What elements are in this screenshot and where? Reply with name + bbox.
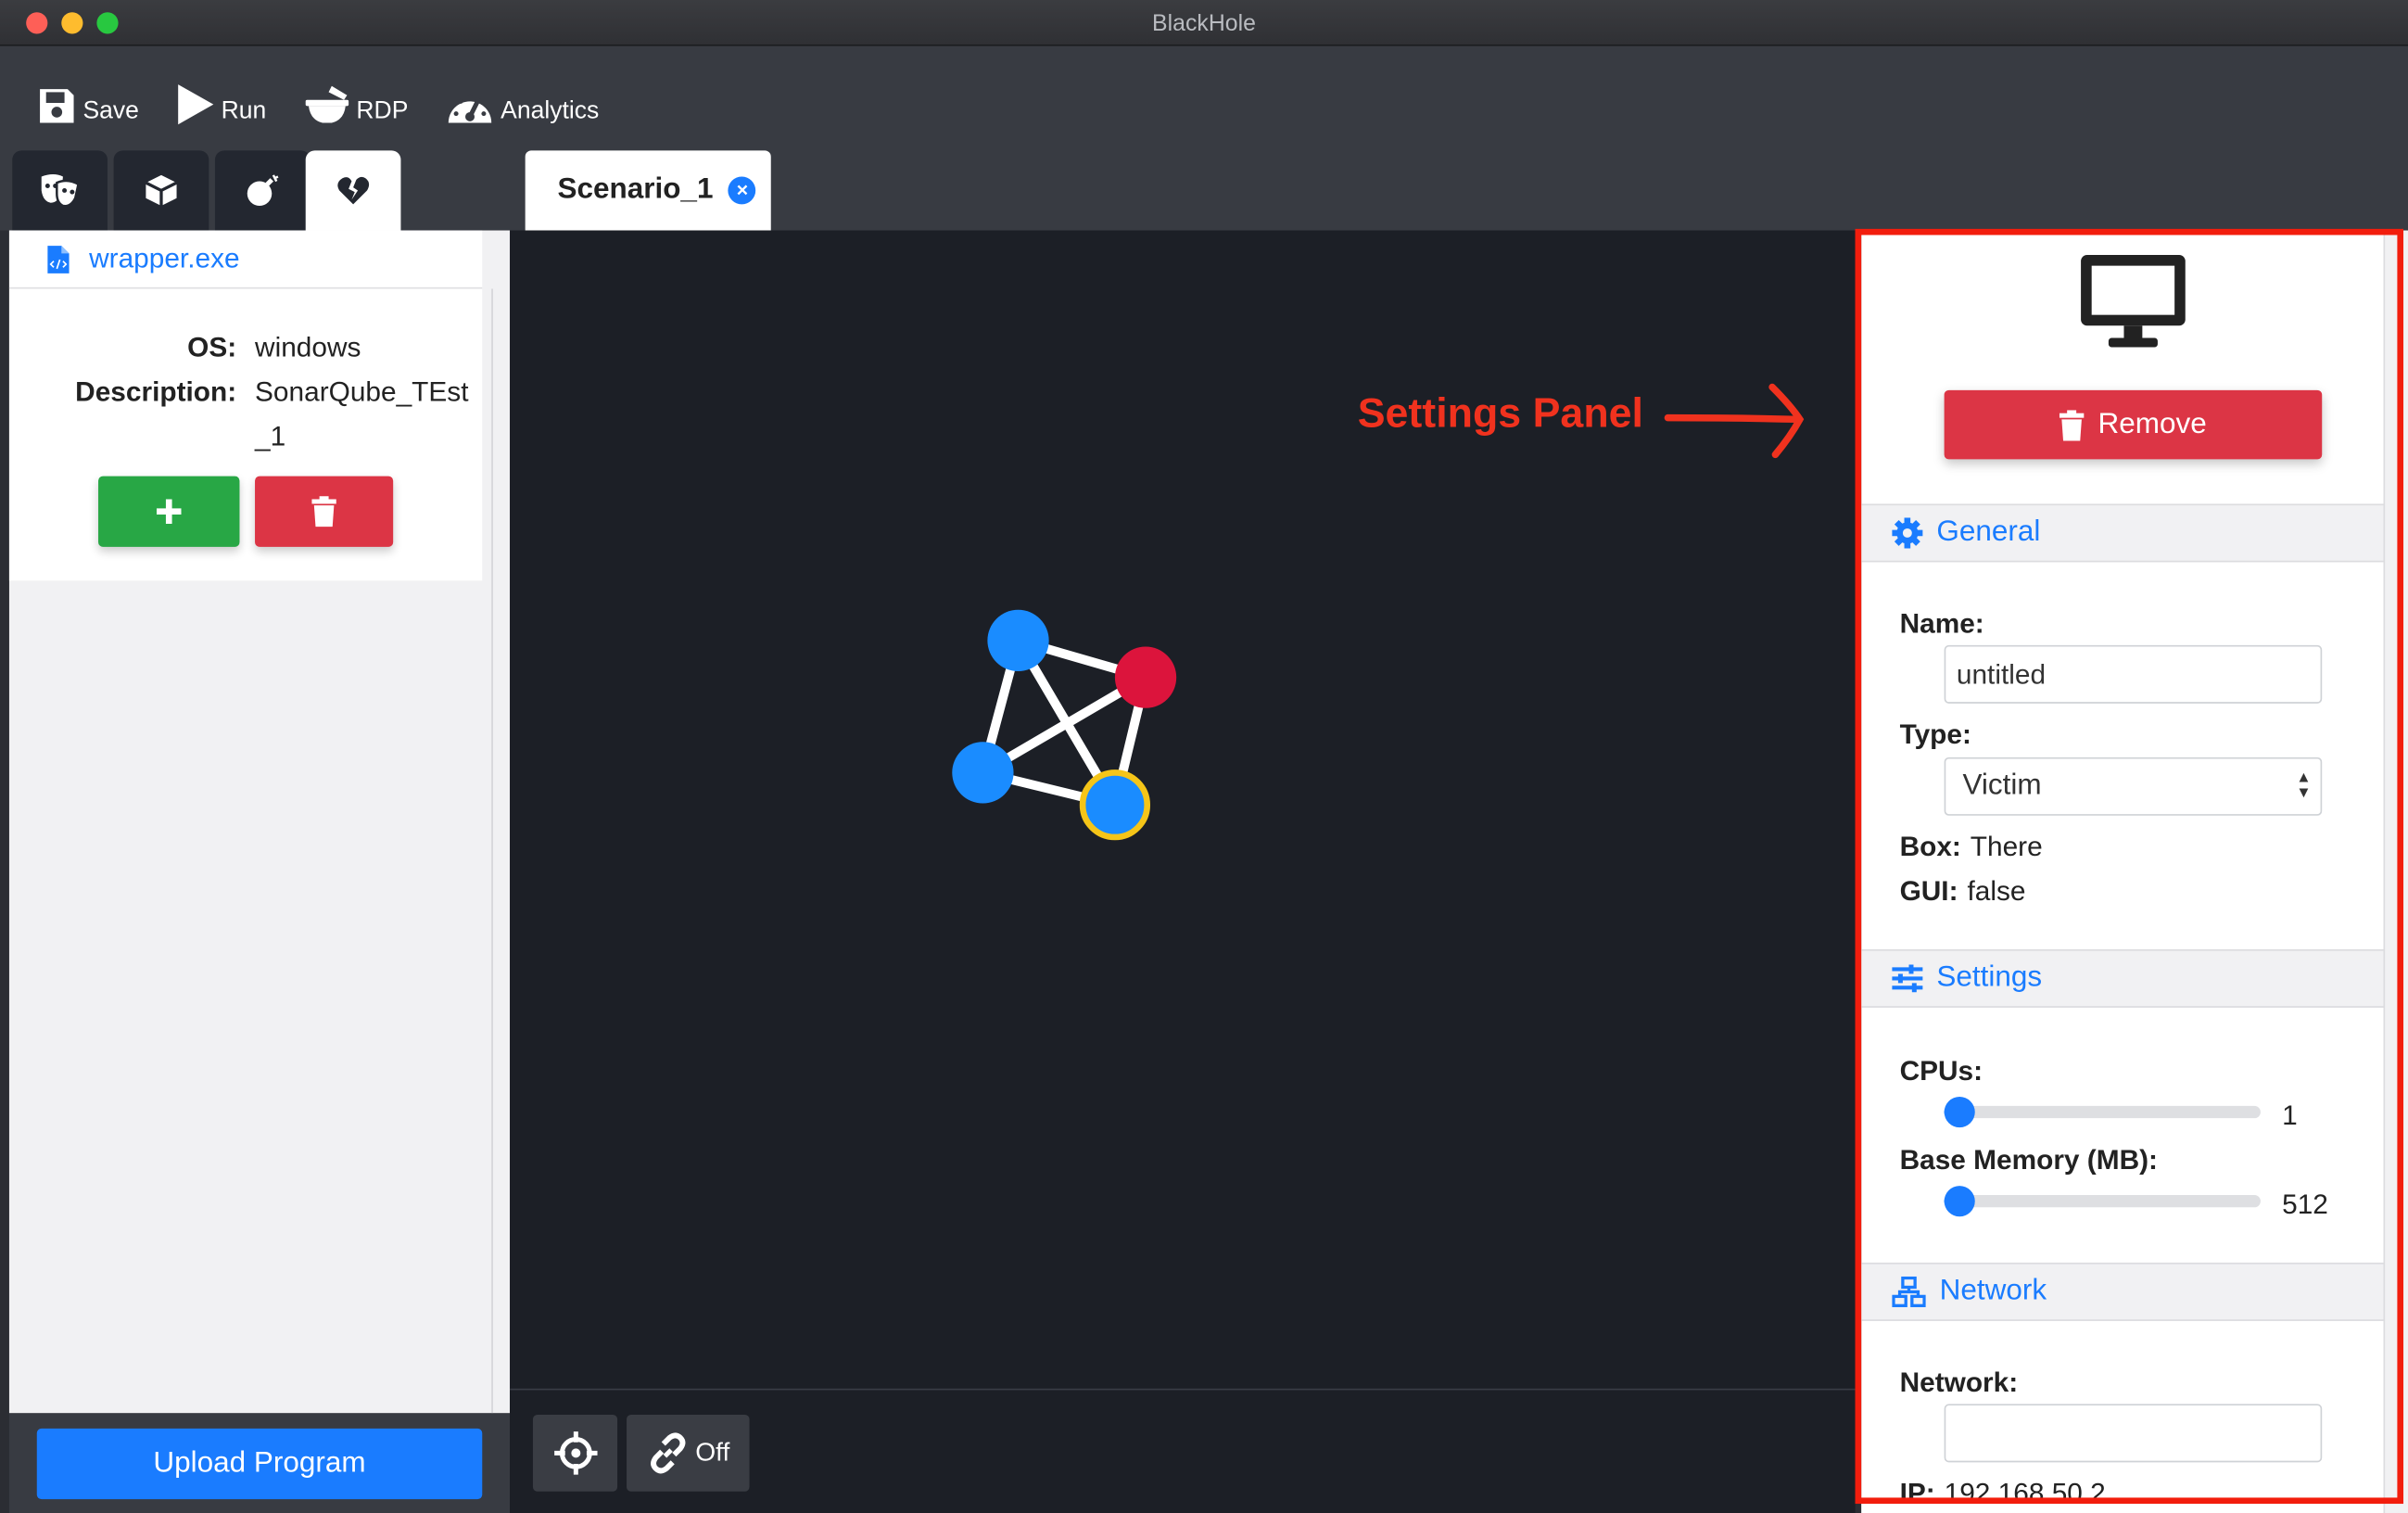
link-icon — [650, 1432, 686, 1474]
cpus-label: CPUs: — [1899, 1055, 1983, 1087]
description-label: Description: — [75, 375, 237, 408]
remove-button[interactable]: Remove — [1944, 389, 2323, 460]
delete-button[interactable] — [255, 476, 394, 547]
network-canvas[interactable]: Settings Panel — [510, 230, 1856, 1513]
gui-value: false — [1967, 875, 2026, 907]
desktop-icon — [2081, 255, 2186, 348]
settings-title: Settings — [1936, 961, 2043, 994]
ip-value: 192.168.50.2 — [1944, 1477, 2106, 1509]
analytics-button[interactable]: Analytics — [445, 65, 599, 126]
memory-value: 512 — [2282, 1189, 2328, 1220]
remove-label: Remove — [2097, 407, 2207, 440]
trash-icon — [2059, 409, 2085, 440]
cpus-value: 1 — [2282, 1100, 2298, 1131]
run-label: Run — [221, 98, 267, 125]
node-top[interactable] — [987, 609, 1049, 672]
rdp-label: RDP — [356, 98, 409, 125]
node-left[interactable] — [952, 742, 1014, 804]
node-selected[interactable] — [1079, 769, 1151, 841]
memory-slider-handle[interactable] — [1944, 1186, 1975, 1217]
name-input[interactable]: untitled — [1944, 644, 2323, 704]
tachometer-icon — [448, 94, 492, 123]
tab-exploits[interactable] — [214, 150, 311, 231]
cpus-slider-handle[interactable] — [1944, 1096, 1975, 1128]
gear-icon — [1892, 517, 1923, 549]
general-title: General — [1936, 515, 2041, 549]
rdp-button[interactable]: RDP — [304, 65, 408, 126]
box-value: There — [1970, 831, 2043, 862]
tab-vulnerabilities[interactable] — [305, 150, 401, 231]
network-section-header[interactable]: Network — [1861, 1262, 2389, 1321]
settings-scrollbar[interactable] — [2383, 230, 2408, 1513]
network-label: Network: — [1899, 1367, 2019, 1398]
close-circle-icon[interactable]: × — [729, 176, 756, 205]
left-panel-scrollbar[interactable] — [491, 288, 493, 1414]
tab-scenario[interactable]: Scenario_1 × — [525, 150, 771, 231]
left-panel: wrapper.exe OS: windows Description: Son… — [8, 230, 511, 1414]
tab-boxes[interactable] — [113, 150, 209, 231]
scenario-tab-label: Scenario_1 — [557, 173, 714, 207]
link-toggle-button[interactable]: Off — [627, 1414, 750, 1492]
annotation-label: Settings Panel — [1357, 389, 1643, 437]
box-label: Box: — [1899, 831, 1961, 862]
gui-label: GUI: — [1899, 875, 1958, 907]
analytics-label: Analytics — [501, 98, 600, 125]
list-item[interactable]: wrapper.exe — [8, 230, 483, 289]
network-graph[interactable] — [510, 231, 1855, 1389]
type-select-value: Victim — [1962, 769, 2042, 802]
type-select[interactable]: Victim ▲ ▼ — [1944, 756, 2323, 816]
program-info-card: OS: windows Description: SonarQube_TEst_… — [8, 288, 483, 581]
network-title: Network — [1939, 1275, 2047, 1307]
settings-section-header[interactable]: Settings — [1861, 948, 2389, 1008]
add-button[interactable] — [98, 476, 240, 547]
node-right[interactable] — [1114, 646, 1177, 708]
theater-masks-icon — [41, 174, 80, 208]
network-wired-icon — [1892, 1276, 1926, 1307]
file-name: wrapper.exe — [89, 242, 240, 273]
type-label: Type: — [1899, 718, 1971, 750]
memory-slider[interactable] — [1944, 1186, 2261, 1217]
arrow-right-icon — [1664, 383, 1805, 459]
trash-icon — [311, 496, 336, 528]
save-label: Save — [82, 98, 139, 125]
ip-label: IP: — [1899, 1477, 1935, 1509]
crosshairs-icon — [553, 1431, 597, 1475]
cpus-slider[interactable] — [1944, 1096, 2261, 1128]
play-icon — [178, 84, 214, 125]
window-title: BlackHole — [1152, 10, 1256, 37]
settings-panel: Remove General Name: untitled Type: Vict… — [1861, 230, 2389, 1513]
plus-icon — [157, 499, 182, 524]
select-arrows-icon: ▲ ▼ — [2296, 769, 2312, 802]
upload-program-button[interactable]: Upload Program — [36, 1428, 483, 1500]
run-button[interactable]: Run — [175, 65, 266, 126]
save-button[interactable]: Save — [37, 65, 139, 126]
canvas-toolbar: Off — [510, 1388, 1856, 1513]
bomb-icon — [247, 174, 279, 207]
os-label: OS: — [187, 331, 237, 363]
name-label: Name: — [1899, 608, 1984, 640]
cube-icon — [145, 174, 178, 207]
mortar-pestle-icon — [305, 85, 349, 123]
network-input[interactable] — [1944, 1404, 2323, 1463]
sliders-icon — [1892, 964, 1923, 993]
code-file-icon — [47, 245, 70, 273]
tab-attackers[interactable] — [12, 150, 108, 231]
app-window: BlackHole Save Run RDP Analytics Scenari… — [0, 0, 2408, 1513]
heart-broken-icon — [337, 176, 370, 205]
description-value: SonarQube_TEst_1 — [255, 375, 469, 452]
main-toolbar: Save Run RDP Analytics Scenario_1 × — [0, 45, 2408, 231]
link-toggle-label: Off — [695, 1437, 730, 1468]
title-bar: BlackHole — [0, 0, 2408, 46]
general-section-header[interactable]: General — [1861, 503, 2389, 563]
center-view-button[interactable] — [532, 1414, 618, 1492]
memory-label: Base Memory (MB): — [1899, 1144, 2158, 1176]
floppy-disk-icon — [40, 89, 74, 123]
left-panel-footer: Upload Program — [8, 1413, 511, 1513]
os-value: windows — [255, 331, 361, 363]
